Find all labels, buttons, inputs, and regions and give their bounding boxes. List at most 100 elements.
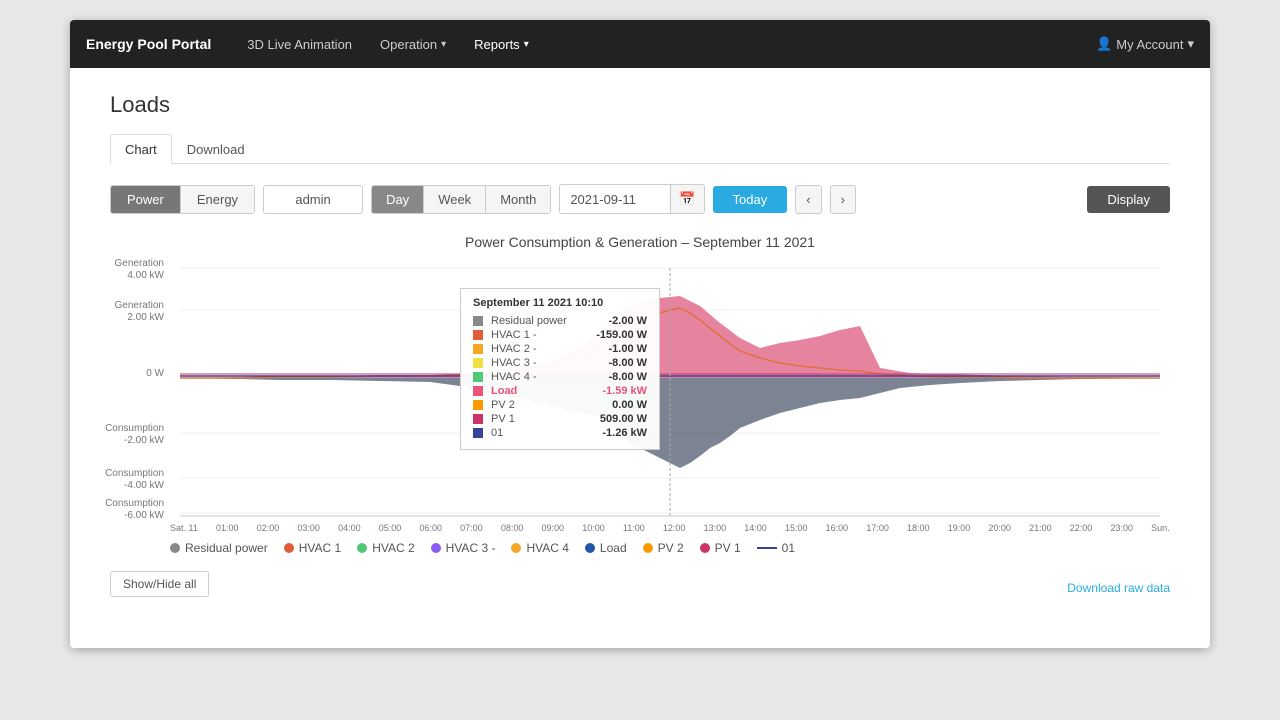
period-month[interactable]: Month: [486, 186, 550, 213]
tooltip-row-hvac4: HVAC 4 - -8.00 W: [473, 371, 647, 383]
y-label-zero: 0 W: [146, 368, 164, 379]
legend-pv1: PV 1: [700, 541, 741, 555]
tooltip-color-load: [473, 386, 483, 396]
nav-reports[interactable]: Reports ▾: [462, 29, 541, 60]
y-label-gen4: Generation4.00 kW: [115, 258, 164, 282]
tab-chart[interactable]: Chart: [110, 134, 172, 164]
period-day[interactable]: Day: [372, 186, 424, 213]
bottom-bar: Show/Hide all Download raw data: [110, 571, 1170, 597]
tooltip-row-load: Load -1.59 kW: [473, 385, 647, 397]
tooltip-label-hvac3: HVAC 3 -: [491, 357, 569, 369]
period-week[interactable]: Week: [424, 186, 486, 213]
legend-pv2: PV 2: [643, 541, 684, 555]
tooltip-label-pv1: PV 1: [491, 413, 569, 425]
account-menu[interactable]: 👤 My Account ▾: [1096, 36, 1194, 52]
tooltip-row-01: 01 -1.26 kW: [473, 427, 647, 439]
tooltip-value-hvac4: -8.00 W: [577, 371, 647, 383]
tooltip-value-residual: -2.00 W: [577, 315, 647, 327]
chevron-down-icon: ▾: [524, 39, 529, 50]
tooltip-color-hvac4: [473, 372, 483, 382]
y-label-con4: Consumption-4.00 kW: [105, 468, 164, 492]
nav-items: 3D Live Animation Operation ▾ Reports ▾: [235, 29, 1096, 60]
show-hide-all-button[interactable]: Show/Hide all: [110, 571, 209, 597]
chart-svg: [170, 258, 1170, 518]
tooltip-color-hvac1: [473, 330, 483, 340]
tooltip-label-hvac4: HVAC 4 -: [491, 371, 569, 383]
legend-01: 01: [757, 541, 795, 555]
y-label-gen2: Generation2.00 kW: [115, 300, 164, 324]
tooltip-row-pv1: PV 1 509.00 W: [473, 413, 647, 425]
nav-3d-animation[interactable]: 3D Live Animation: [235, 29, 364, 60]
legend-residual-power: Residual power: [170, 541, 268, 555]
legend-dot-pv1: [700, 543, 710, 553]
admin-input[interactable]: [263, 185, 363, 214]
chart-tooltip: September 11 2021 10:10 Residual power -…: [460, 288, 660, 450]
page-title: Loads: [110, 92, 1170, 118]
tooltip-row-hvac3: HVAC 3 - -8.00 W: [473, 357, 647, 369]
energy-button[interactable]: Energy: [181, 186, 254, 213]
y-label-con2: Consumption-2.00 kW: [105, 423, 164, 447]
tooltip-color-hvac3: [473, 358, 483, 368]
calendar-icon[interactable]: 📅: [670, 185, 703, 213]
chevron-down-icon: ▾: [1187, 36, 1194, 52]
chart-container: Power Consumption & Generation – Septemb…: [110, 234, 1170, 555]
tooltip-value-pv1: 509.00 W: [577, 413, 647, 425]
navbar: Energy Pool Portal 3D Live Animation Ope…: [70, 20, 1210, 68]
display-button[interactable]: Display: [1087, 186, 1170, 213]
tooltip-row-pv2: PV 2 0.00 W: [473, 399, 647, 411]
tooltip-value-load: -1.59 kW: [577, 385, 647, 397]
legend-dot-pv2: [643, 543, 653, 553]
legend-dot-residual: [170, 543, 180, 553]
tooltip-color-01: [473, 428, 483, 438]
download-raw-link[interactable]: Download raw data: [1067, 581, 1170, 595]
legend-load: Load: [585, 541, 627, 555]
legend-dot-hvac1: [284, 543, 294, 553]
date-input[interactable]: [560, 186, 670, 213]
tooltip-row-hvac2: HVAC 2 - -1.00 W: [473, 343, 647, 355]
x-axis-labels: Sat. 1101:0002:0003:0004:00 05:0006:0007…: [170, 523, 1170, 533]
legend-dot-load: [585, 543, 595, 553]
tooltip-label-01: 01: [491, 427, 569, 439]
y-label-con6: Consumption-6.00 kW: [105, 498, 164, 522]
user-icon: 👤: [1096, 36, 1112, 52]
tooltip-label-load: Load: [491, 385, 569, 397]
tooltip-color-hvac2: [473, 344, 483, 354]
tooltip-title: September 11 2021 10:10: [473, 297, 647, 309]
legend-hvac1: HVAC 1: [284, 541, 341, 555]
date-picker-wrap: 📅: [559, 184, 704, 214]
chevron-down-icon: ▾: [441, 39, 446, 50]
tooltip-label-hvac2: HVAC 2 -: [491, 343, 569, 355]
tooltip-row-residual: Residual power -2.00 W: [473, 315, 647, 327]
chart-legend: Residual power HVAC 1 HVAC 2 HVAC 3 - HV…: [110, 541, 1170, 555]
prev-button[interactable]: ‹: [795, 185, 821, 214]
legend-hvac2: HVAC 2: [357, 541, 414, 555]
tooltip-value-pv2: 0.00 W: [577, 399, 647, 411]
tooltip-color-residual: [473, 316, 483, 326]
controls-bar: Power Energy Day Week Month 📅 Today ‹ › …: [110, 184, 1170, 214]
chart-title: Power Consumption & Generation – Septemb…: [110, 234, 1170, 250]
power-energy-toggle: Power Energy: [110, 185, 255, 214]
legend-dot-hvac2: [357, 543, 367, 553]
legend-hvac3: HVAC 3 -: [431, 541, 496, 555]
next-button[interactable]: ›: [830, 185, 856, 214]
today-button[interactable]: Today: [713, 186, 788, 213]
legend-line-01: [757, 547, 777, 549]
tooltip-value-hvac1: -159.00 W: [577, 329, 647, 341]
nav-operation[interactable]: Operation ▾: [368, 29, 458, 60]
brand[interactable]: Energy Pool Portal: [86, 36, 211, 52]
tooltip-color-pv1: [473, 414, 483, 424]
legend-dot-hvac3: [431, 543, 441, 553]
tooltip-label-hvac1: HVAC 1 -: [491, 329, 569, 341]
tooltip-value-01: -1.26 kW: [577, 427, 647, 439]
period-toggle: Day Week Month: [371, 185, 551, 214]
tab-download[interactable]: Download: [172, 134, 260, 164]
tooltip-value-hvac3: -8.00 W: [577, 357, 647, 369]
tooltip-color-pv2: [473, 400, 483, 410]
legend-hvac4: HVAC 4: [511, 541, 568, 555]
legend-dot-hvac4: [511, 543, 521, 553]
power-button[interactable]: Power: [111, 186, 181, 213]
tab-bar: Chart Download: [110, 134, 1170, 164]
tooltip-label-residual: Residual power: [491, 315, 569, 327]
tooltip-value-hvac2: -1.00 W: [577, 343, 647, 355]
tooltip-row-hvac1: HVAC 1 - -159.00 W: [473, 329, 647, 341]
